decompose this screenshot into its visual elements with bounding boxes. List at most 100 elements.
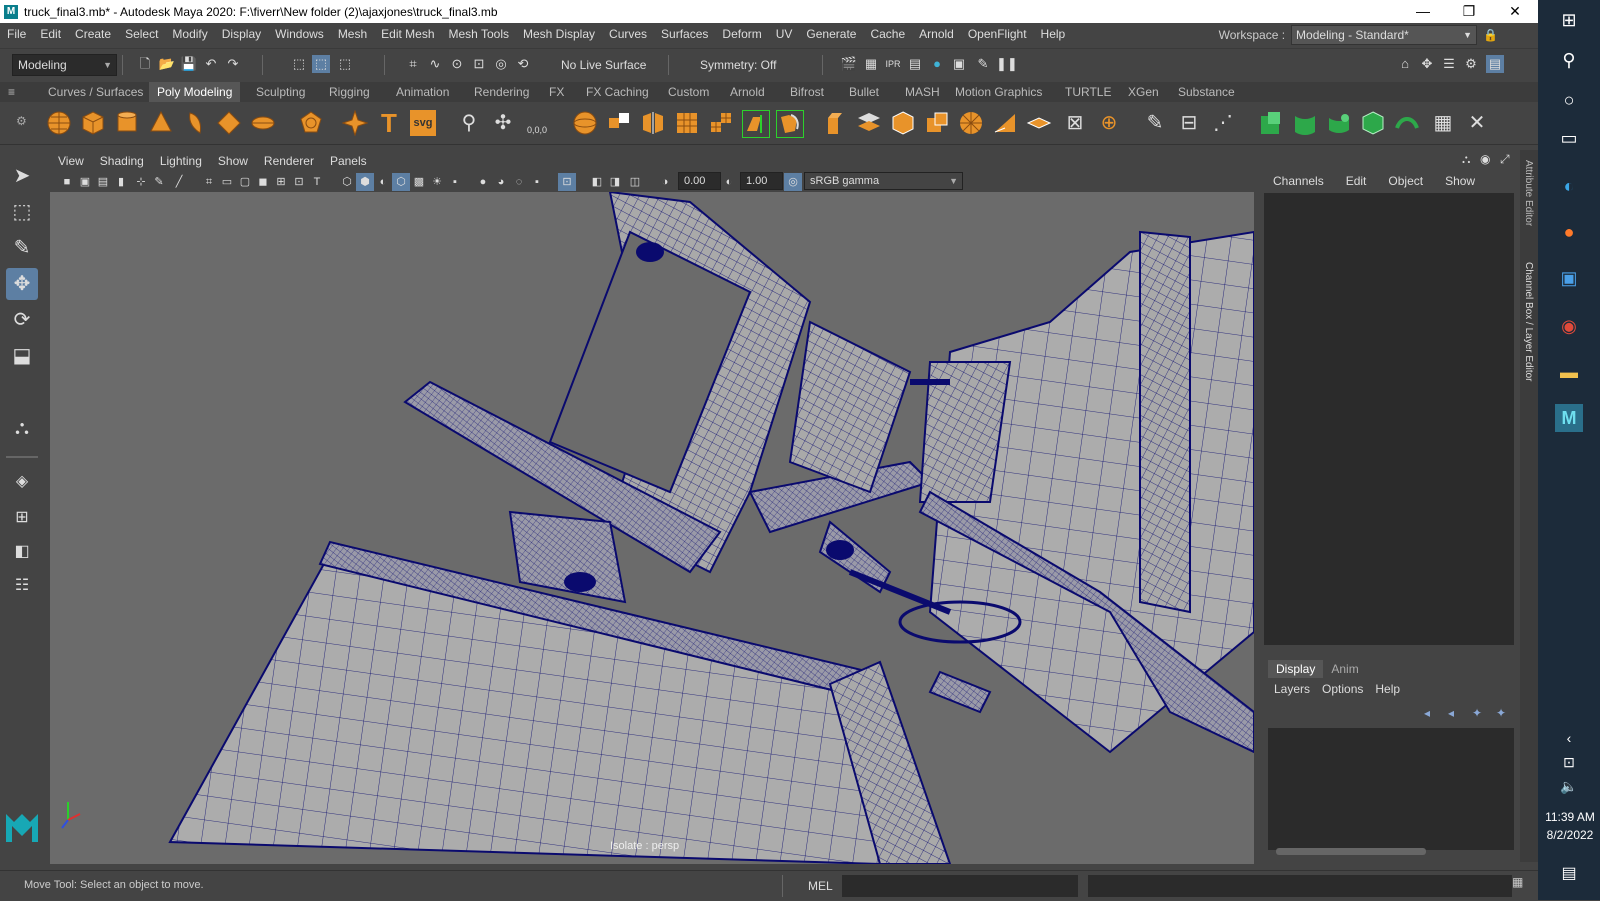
menu-mesh-tools[interactable]: Mesh Tools bbox=[442, 23, 516, 45]
search-icon[interactable]: ⚲ bbox=[1555, 46, 1583, 74]
shelf-settings-icon[interactable]: ⚙ bbox=[16, 114, 27, 128]
shelf-tab-fx-caching[interactable]: FX Caching bbox=[578, 82, 657, 102]
uv-toolkit-icon[interactable]: ✕ bbox=[1464, 110, 1490, 136]
command-input[interactable] bbox=[842, 875, 1078, 897]
channel-box-menu-edit[interactable]: Edit bbox=[1335, 172, 1378, 190]
image-plane-icon[interactable]: ▮ bbox=[112, 173, 130, 191]
svg-icon[interactable]: svg bbox=[410, 110, 436, 136]
default-material-icon[interactable]: ◐ bbox=[374, 173, 392, 191]
layer-scrollbar[interactable] bbox=[1276, 848, 1426, 855]
restore-button[interactable]: ❐ bbox=[1446, 0, 1492, 23]
snap-point-icon[interactable]: ⊙ bbox=[448, 55, 466, 73]
close-button[interactable]: ✕ bbox=[1492, 0, 1538, 23]
shelf-tab-substance[interactable]: Substance bbox=[1170, 82, 1243, 102]
symmetry-dropdown[interactable]: Symmetry: Off bbox=[694, 54, 793, 76]
shelf-tab-custom[interactable]: Custom bbox=[660, 82, 717, 102]
new-layer-selected-icon[interactable]: ✦ bbox=[1496, 706, 1506, 720]
select-tool-icon[interactable]: ➤ bbox=[6, 160, 38, 192]
select-component-icon[interactable]: ⬚ bbox=[336, 55, 354, 73]
menu-curves[interactable]: Curves bbox=[602, 23, 654, 45]
shelf-tab-rendering[interactable]: Rendering bbox=[466, 82, 537, 102]
shelf-tab-fx[interactable]: FX bbox=[541, 82, 572, 102]
poly-cone-icon[interactable] bbox=[148, 110, 174, 136]
depth-of-field-icon[interactable]: ▪ bbox=[528, 173, 546, 191]
menu-modify[interactable]: Modify bbox=[165, 23, 214, 45]
menu-file[interactable]: File bbox=[0, 23, 33, 45]
menu-set-dropdown[interactable]: Modeling ▼ bbox=[12, 54, 117, 76]
render-view-icon[interactable]: ▣ bbox=[950, 55, 968, 73]
render-settings-icon[interactable]: ▤ bbox=[906, 55, 924, 73]
render-frame-icon[interactable]: 🎬 bbox=[840, 55, 858, 73]
two-pane-layout-icon[interactable]: ◧ bbox=[6, 536, 38, 568]
bevel-icon[interactable] bbox=[890, 110, 916, 136]
shelf-tab-mash[interactable]: MASH bbox=[897, 82, 948, 102]
menu-help[interactable]: Help bbox=[1034, 23, 1073, 45]
layer-tab-display[interactable]: Display bbox=[1268, 660, 1324, 678]
render-sequence-icon[interactable]: ▦ bbox=[862, 55, 880, 73]
viewport-menu-panels[interactable]: Panels bbox=[322, 154, 375, 168]
measure-icon[interactable]: ✣ bbox=[490, 110, 516, 136]
channel-box-menu-object[interactable]: Object bbox=[1377, 172, 1434, 190]
reduce-icon[interactable] bbox=[708, 110, 734, 136]
snap-surface-icon[interactable]: ◎ bbox=[492, 55, 510, 73]
field-chart-icon[interactable]: ⊞ bbox=[272, 173, 290, 191]
menu-mesh-display[interactable]: Mesh Display bbox=[516, 23, 602, 45]
super-shape-icon[interactable] bbox=[342, 110, 368, 136]
text-icon[interactable]: T bbox=[376, 110, 402, 136]
film-gate-icon[interactable]: ▭ bbox=[218, 173, 236, 191]
channel-list[interactable] bbox=[1264, 193, 1514, 645]
store-icon[interactable]: ▣ bbox=[1555, 264, 1583, 292]
channel-box-tab[interactable]: Channel Box / Layer Editor bbox=[1523, 262, 1534, 382]
character-controls-icon[interactable]: ✥ bbox=[1418, 55, 1436, 73]
undo-icon[interactable]: ↶ bbox=[202, 55, 220, 73]
cortana-icon[interactable]: ○ bbox=[1555, 86, 1583, 114]
menu-select[interactable]: Select bbox=[118, 23, 165, 45]
modeling-toolkit-icon[interactable]: ⌂ bbox=[1396, 55, 1414, 73]
combine-icon[interactable] bbox=[572, 110, 598, 136]
view-transform-dropdown[interactable]: sRGB gamma ▼ bbox=[804, 172, 963, 190]
menu-deform[interactable]: Deform bbox=[715, 23, 768, 45]
wireframe-on-shaded-icon[interactable]: ⬡ bbox=[392, 173, 410, 191]
poly-cube-icon[interactable] bbox=[80, 110, 106, 136]
separate-icon[interactable] bbox=[606, 110, 632, 136]
mirror-icon[interactable] bbox=[640, 110, 666, 136]
xray-icon[interactable]: ◧ bbox=[588, 173, 606, 191]
spherical-map-icon[interactable] bbox=[1326, 110, 1352, 136]
minimize-button[interactable]: — bbox=[1400, 0, 1446, 23]
camera-icon[interactable]: ■ bbox=[58, 173, 76, 191]
tool-settings-icon[interactable]: ⚙ bbox=[1462, 55, 1480, 73]
viewport-persp[interactable]: Isolate : persp bbox=[50, 192, 1254, 864]
grease-pencil-toggle-icon[interactable]: ╱ bbox=[170, 173, 188, 191]
auto-map-icon[interactable] bbox=[1360, 110, 1386, 136]
textured-icon[interactable]: ▩ bbox=[410, 173, 428, 191]
unfold-icon[interactable] bbox=[1394, 110, 1420, 136]
firefox-icon[interactable]: ● bbox=[1555, 218, 1583, 246]
live-surface-field[interactable]: No Live Surface bbox=[555, 54, 662, 76]
redo-icon[interactable]: ↷ bbox=[224, 55, 242, 73]
notification-icon[interactable]: ▤ bbox=[1555, 860, 1583, 888]
float-panel-icon[interactable]: ⤢ bbox=[1500, 152, 1510, 167]
shelf-tab-poly-modeling[interactable]: Poly Modeling bbox=[149, 82, 241, 102]
mel-label[interactable]: MEL bbox=[808, 879, 833, 893]
new-scene-icon[interactable]: 🗋 bbox=[136, 55, 154, 73]
shelf-tab-bifrost[interactable]: Bifrost bbox=[782, 82, 832, 102]
menu-edit-mesh[interactable]: Edit Mesh bbox=[374, 23, 441, 45]
isolate-select-icon[interactable]: ⊡ bbox=[558, 173, 576, 191]
layer-menu-layers[interactable]: Layers bbox=[1268, 680, 1316, 698]
smooth-shade-icon[interactable]: ⬢ bbox=[356, 173, 374, 191]
volume-icon[interactable]: 🔈 bbox=[1555, 772, 1583, 800]
insert-edge-loop-icon[interactable]: ⊟ bbox=[1176, 110, 1202, 136]
circularize-icon[interactable] bbox=[958, 110, 984, 136]
channel-box-menu-channels[interactable]: Channels bbox=[1262, 172, 1335, 190]
shelf-tab-sculpting[interactable]: Sculpting bbox=[248, 82, 313, 102]
xray-components-icon[interactable]: ◫ bbox=[626, 173, 644, 191]
channel-box-icon[interactable]: ▤ bbox=[1486, 55, 1504, 73]
two-d-pan-icon[interactable]: ⊹ bbox=[132, 173, 150, 191]
gamma-icon[interactable]: ◐ bbox=[720, 173, 738, 191]
edge-browser-icon[interactable]: ◐ bbox=[1555, 172, 1583, 200]
target-weld-icon[interactable]: ⊠ bbox=[1062, 110, 1088, 136]
remesh-icon[interactable] bbox=[742, 110, 770, 138]
menu-display[interactable]: Display bbox=[215, 23, 268, 45]
shelf-tab-turtle[interactable]: TURTLE bbox=[1057, 82, 1119, 102]
move-layer-up-icon[interactable]: ◂ bbox=[1424, 706, 1430, 720]
